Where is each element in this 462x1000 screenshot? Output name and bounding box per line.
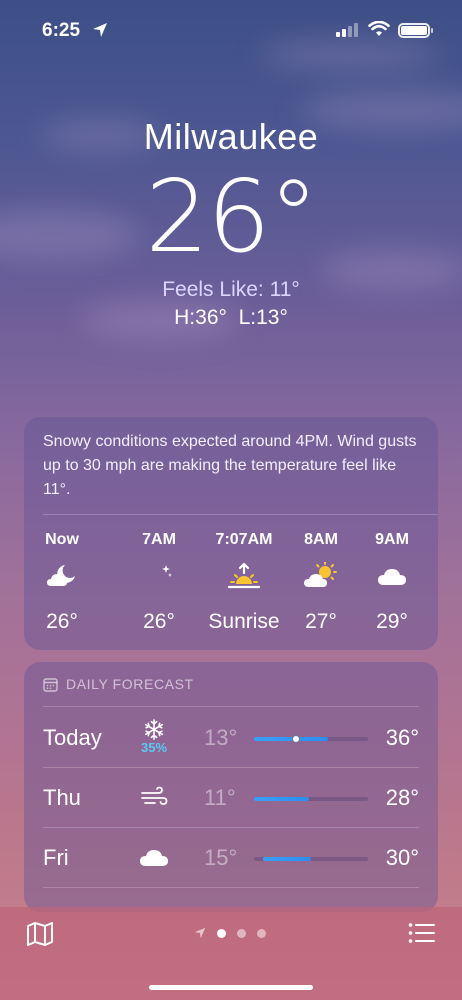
hourly-list[interactable]: Now 26° 7AM 26° 7:07AM Sunrise 8AM 27° 9… — [24, 530, 438, 640]
battery-icon — [398, 23, 433, 38]
sunrise-icon — [227, 562, 261, 589]
divider — [43, 887, 419, 888]
day-high: 30° — [385, 845, 419, 870]
hour-label: 8AM — [304, 531, 338, 548]
moon-cloud-icon — [47, 565, 75, 586]
location-arrow-icon — [194, 927, 206, 939]
status-time: 6:25 — [42, 20, 81, 41]
calendar-icon — [43, 677, 58, 692]
day-low: 15° — [204, 845, 238, 870]
weather-summary: Snowy conditions expected around 4PM. Wi… — [43, 433, 417, 498]
cellular-signal-icon — [336, 23, 358, 37]
temperature-range-bar — [254, 735, 368, 743]
day-name: Fri — [43, 845, 69, 870]
day-row-thu[interactable]: Thu 11° 28° — [24, 767, 438, 827]
map-icon[interactable] — [26, 921, 54, 947]
location-arrow-icon — [93, 23, 107, 37]
day-high: 28° — [385, 785, 419, 810]
hour-temp: 26° — [46, 610, 78, 633]
sun-cloud-icon — [304, 562, 337, 587]
day-row-today[interactable]: Today 35% 13° 36° — [24, 707, 438, 767]
moon-stars-icon — [152, 565, 172, 584]
list-icon[interactable] — [408, 922, 436, 944]
precipitation-chance: 35% — [140, 740, 168, 755]
day-low: 13° — [204, 725, 238, 750]
hour-temp: 29° — [376, 610, 408, 633]
daily-forecast-title: DAILY FORECAST — [66, 676, 194, 692]
hour-item: 9AM 29° — [352, 530, 432, 634]
hour-label: Now — [45, 531, 79, 548]
daily-forecast-card[interactable]: DAILY FORECAST Today 35% 13° 36° Thu 11°… — [24, 662, 438, 912]
hour-temp: 27° — [305, 610, 337, 633]
day-row-fri[interactable]: Fri 15° 30° — [24, 827, 438, 887]
city-name: Milwaukee — [143, 116, 319, 157]
cloud-icon — [140, 850, 168, 866]
snowflake-icon — [144, 719, 164, 740]
hour-item: Now 26° — [22, 530, 102, 634]
day-low: 11° — [204, 785, 236, 810]
temperature-range-fill — [254, 797, 309, 801]
wifi-icon — [368, 21, 390, 36]
hour-item: 7AM 26° — [119, 530, 199, 634]
temperature-range-fill — [254, 737, 329, 741]
temperature-range-bar — [254, 797, 368, 801]
page-dot[interactable] — [237, 928, 246, 938]
bottom-toolbar — [0, 907, 462, 1000]
day-name: Today — [43, 725, 102, 750]
current-temperature: 26° — [145, 158, 318, 275]
status-bar: 6:25 — [0, 0, 462, 62]
daily-forecast-header: DAILY FORECAST — [43, 676, 194, 692]
page-indicator[interactable] — [194, 927, 266, 939]
current-temp-marker — [292, 735, 301, 743]
hour-label: 9AM — [375, 531, 409, 548]
temperature-range-bar — [254, 857, 368, 861]
hourly-forecast-card[interactable]: Snowy conditions expected around 4PM. Wi… — [24, 417, 438, 650]
day-name: Thu — [43, 785, 81, 810]
temperature-range-fill — [263, 857, 311, 861]
high-low: H:36° L:13° — [174, 306, 288, 329]
day-high: 36° — [385, 725, 419, 750]
feels-like: Feels Like: 11° — [162, 278, 300, 301]
hour-label: 7AM — [142, 531, 176, 548]
wind-icon — [141, 786, 168, 805]
hour-temp: 26° — [143, 610, 175, 633]
cloud-icon — [378, 569, 406, 585]
home-indicator[interactable] — [149, 985, 313, 990]
divider — [43, 514, 438, 515]
page-dot[interactable] — [217, 928, 226, 938]
page-dot[interactable] — [257, 928, 266, 938]
hour-item: 8AM 27° — [281, 530, 361, 634]
